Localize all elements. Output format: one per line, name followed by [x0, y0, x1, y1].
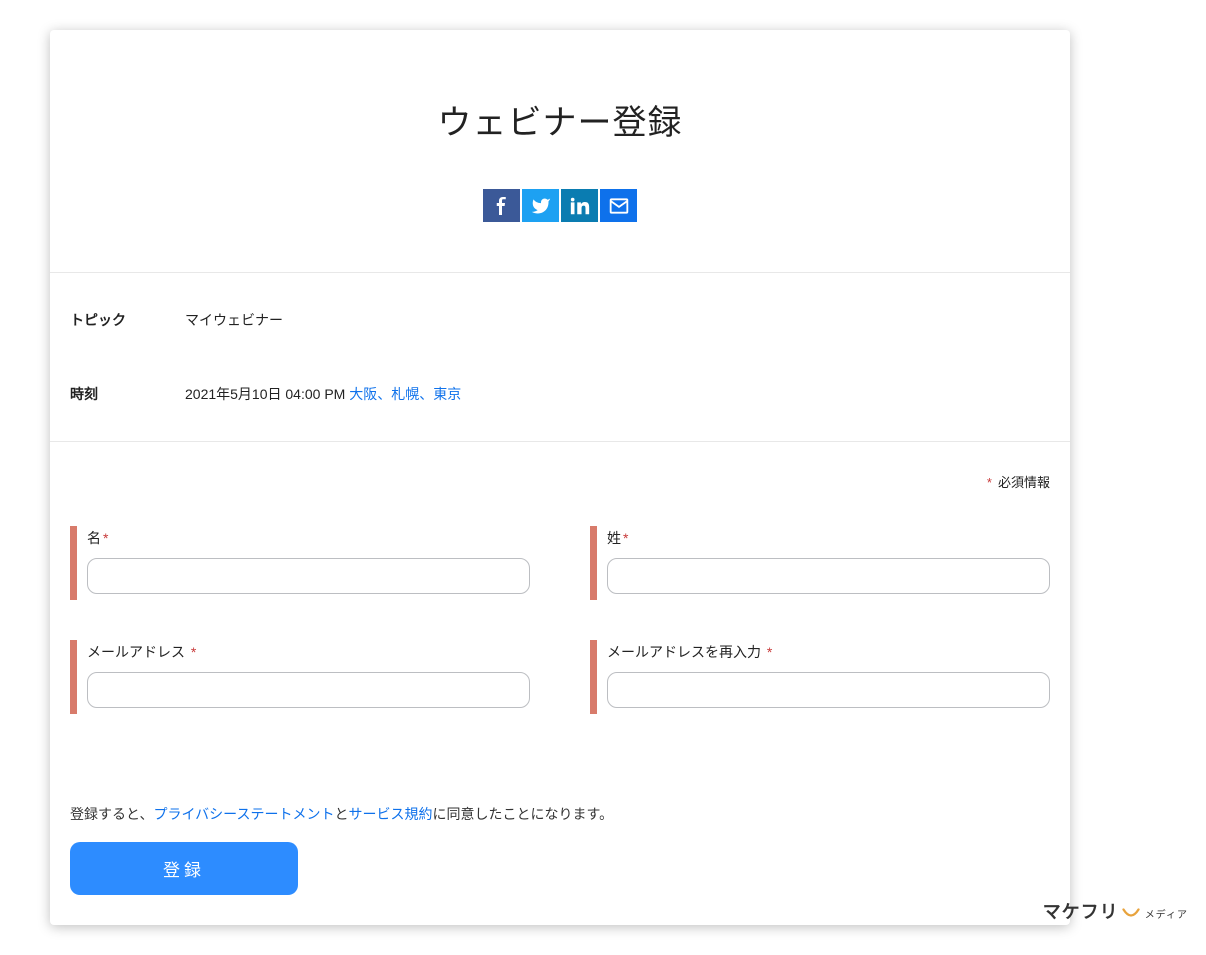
required-note: * 必須情報 — [70, 462, 1050, 526]
first-name-label: 名* — [87, 528, 530, 548]
email-label: メールアドレス * — [87, 642, 530, 662]
social-share-row — [70, 189, 1050, 222]
smile-icon — [1122, 907, 1140, 921]
time-label: 時刻 — [70, 384, 185, 404]
last-name-field: 姓* — [590, 526, 1050, 600]
page-title: ウェビナー登録 — [70, 95, 1050, 144]
topic-label: トピック — [70, 310, 185, 330]
last-name-input[interactable] — [607, 558, 1050, 594]
consent-section: 登録すると、プライバシーステートメントとサービス規約に同意したことになります。 — [50, 804, 1070, 824]
header: ウェビナー登録 — [50, 30, 1070, 273]
facebook-icon[interactable] — [483, 189, 520, 222]
email-confirm-input[interactable] — [607, 672, 1050, 708]
info-section: トピック マイウェビナー 時刻 2021年5月10日 04:00 PM 大阪、札… — [50, 273, 1070, 442]
footer-sub: メディア — [1145, 906, 1188, 921]
required-star: * — [987, 475, 992, 490]
twitter-icon[interactable] — [522, 189, 559, 222]
email-confirm-label: メールアドレスを再入力 * — [607, 642, 1050, 662]
time-text: 2021年5月10日 04:00 PM — [185, 386, 349, 402]
registration-card: ウェビナー登録 トピック マイウェビナー 時刻 2021年5月10日 04:00… — [50, 30, 1070, 925]
submit-button[interactable]: 登録 — [70, 842, 298, 895]
consent-text: 登録すると、プライバシーステートメントとサービス規約に同意したことになります。 — [70, 804, 1050, 824]
first-name-input[interactable] — [87, 558, 530, 594]
privacy-link[interactable]: プライバシーステートメント — [153, 806, 334, 822]
email-icon[interactable] — [600, 189, 637, 222]
time-row: 時刻 2021年5月10日 04:00 PM 大阪、札幌、東京 — [70, 372, 1050, 416]
tos-link[interactable]: サービス規約 — [348, 806, 432, 822]
email-field-wrapper: メールアドレス * — [70, 640, 530, 714]
time-value: 2021年5月10日 04:00 PM 大阪、札幌、東京 — [185, 384, 461, 404]
form-grid: 名* 姓* メールアドレス * メールアドレスを再入力 * — [70, 526, 1050, 714]
footer-logo: マケフリ メディア — [1043, 898, 1188, 924]
form-section: * 必須情報 名* 姓* メールアドレス * — [50, 442, 1070, 714]
topic-value: マイウェビナー — [185, 310, 283, 330]
timezone-link[interactable]: 大阪、札幌、東京 — [349, 386, 461, 402]
last-name-label: 姓* — [607, 528, 1050, 548]
linkedin-icon[interactable] — [561, 189, 598, 222]
footer-brand: マケフリ — [1043, 898, 1119, 924]
topic-row: トピック マイウェビナー — [70, 298, 1050, 342]
first-name-field: 名* — [70, 526, 530, 600]
required-text: 必須情報 — [998, 475, 1050, 490]
email-input[interactable] — [87, 672, 530, 708]
email-confirm-field-wrapper: メールアドレスを再入力 * — [590, 640, 1050, 714]
